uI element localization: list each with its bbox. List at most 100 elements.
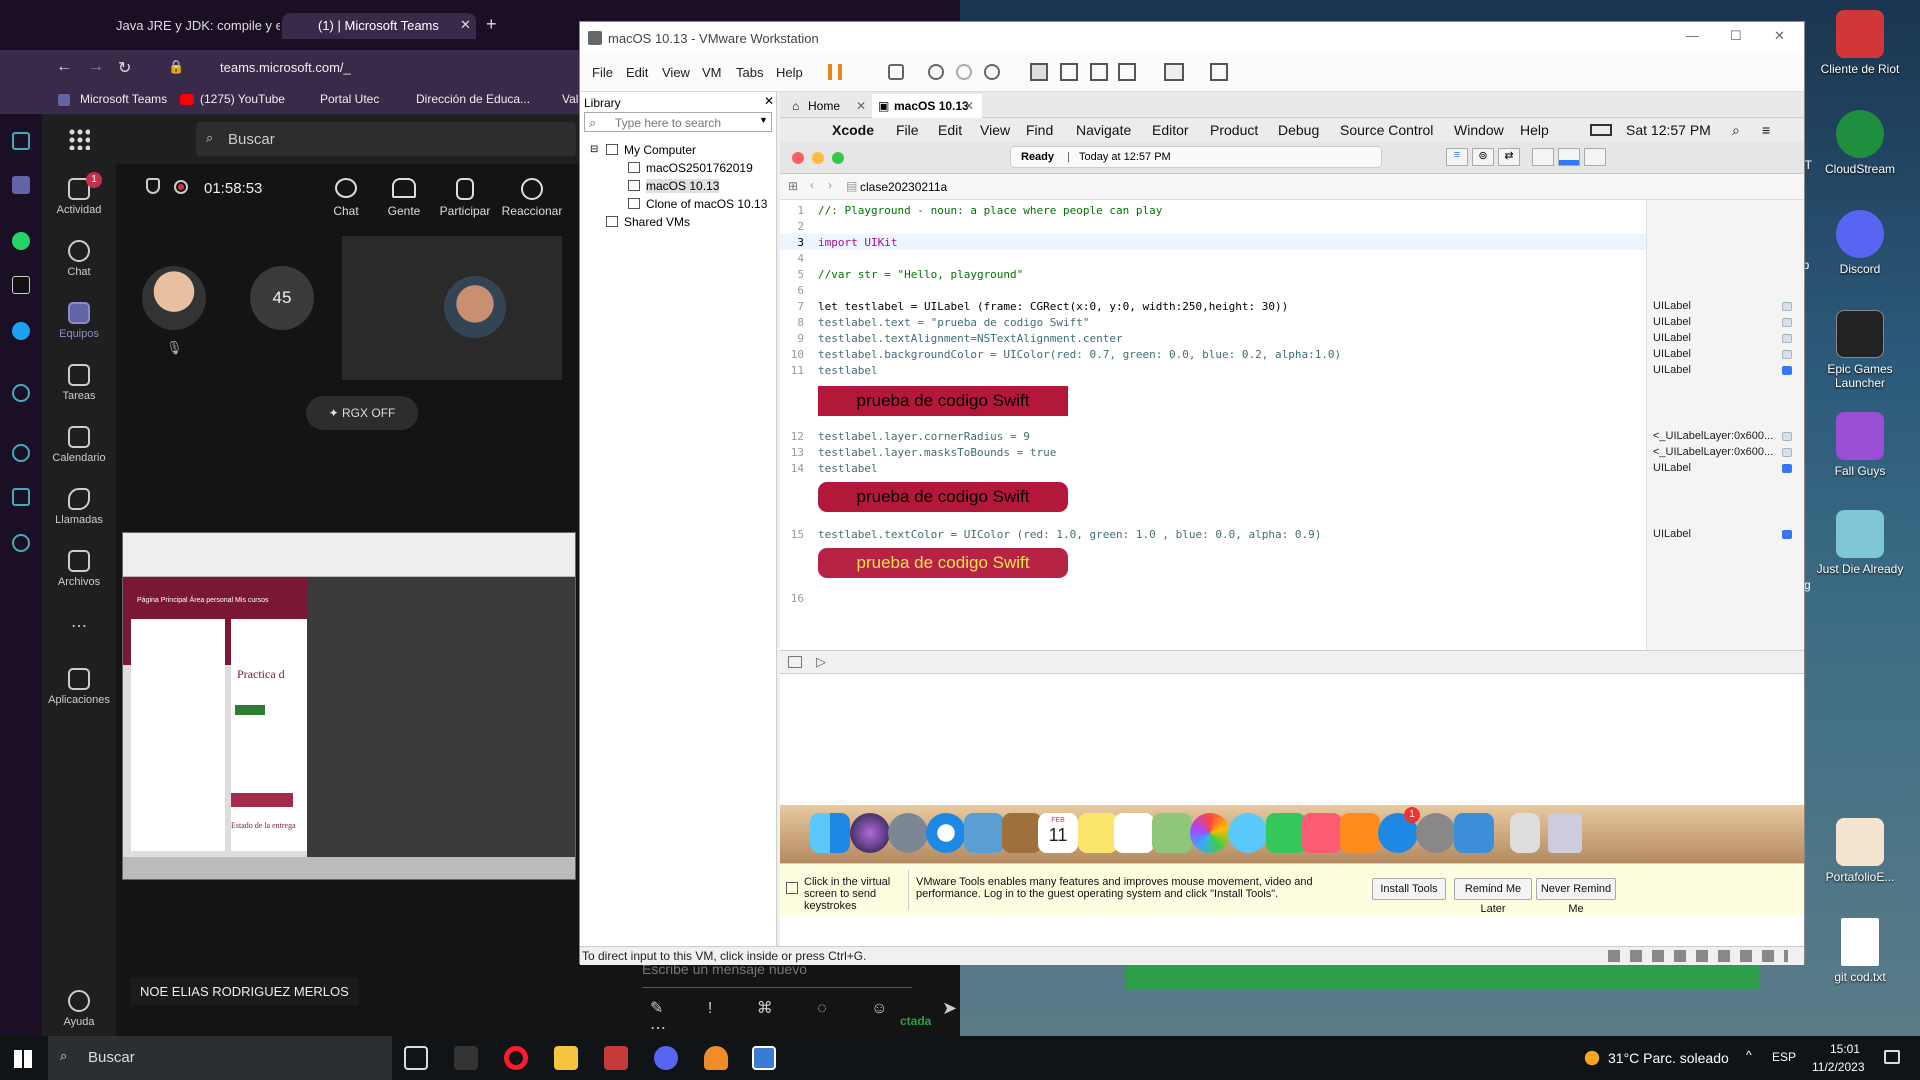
- standard-editor-icon[interactable]: ≡: [1446, 148, 1468, 166]
- menu-view[interactable]: View: [662, 65, 690, 80]
- forward-icon[interactable]: →: [88, 58, 104, 76]
- rgx-button[interactable]: ✦ RGX OFF: [306, 396, 418, 430]
- snapshot-icon[interactable]: [928, 64, 944, 80]
- reminders-icon[interactable]: [1114, 813, 1154, 853]
- mac-menu-source-control[interactable]: Source Control: [1340, 122, 1433, 138]
- close-tab-icon[interactable]: ✕: [964, 94, 974, 118]
- bookmark-educacion[interactable]: Dirección de Educa...: [416, 92, 530, 106]
- code-editor[interactable]: 1 2 3 4 5 6 7 8 9 10 11 12 13 14 15 16 /…: [780, 200, 1804, 650]
- menu-edit[interactable]: Edit: [626, 65, 648, 80]
- fullscreen-icon[interactable]: [1090, 63, 1108, 81]
- minimize-window-icon[interactable]: [812, 152, 824, 164]
- tab-macos[interactable]: ▣ macOS 10.13 ✕: [872, 94, 982, 118]
- airplay-icon[interactable]: [1590, 124, 1612, 136]
- ibooks-icon[interactable]: [1340, 813, 1380, 853]
- show-result-icon[interactable]: [1782, 464, 1792, 473]
- install-tools-button[interactable]: Install Tools: [1372, 878, 1446, 900]
- send-ctrl-alt-del-icon[interactable]: [888, 64, 904, 80]
- new-tab-icon[interactable]: +: [486, 14, 497, 35]
- utilities-toggle-icon[interactable]: [1584, 148, 1606, 166]
- version-editor-icon[interactable]: ⇄: [1498, 148, 1520, 166]
- facetime-icon[interactable]: [1266, 813, 1306, 853]
- microphone-app-icon[interactable]: [704, 1046, 728, 1070]
- app-store-icon[interactable]: 1: [1378, 807, 1420, 853]
- siri-icon[interactable]: [850, 813, 890, 853]
- library-search[interactable]: ⌕ Type here to search ▼: [584, 112, 772, 132]
- desktop-icon-portafolio[interactable]: PortafolioE...: [1810, 818, 1910, 884]
- taskbar-date[interactable]: 11/2/2023: [1812, 1060, 1865, 1074]
- desktop-icon-gitcod[interactable]: git cod.txt: [1810, 918, 1910, 984]
- quicklook-icon[interactable]: [1782, 350, 1792, 359]
- quicklook-icon[interactable]: [1782, 318, 1792, 327]
- search-box[interactable]: ⌕ Buscar: [196, 122, 576, 156]
- snapshot-manager-icon[interactable]: [984, 64, 1000, 80]
- notification-center-icon[interactable]: ≡: [1762, 122, 1770, 138]
- participant-avatar[interactable]: [142, 266, 206, 330]
- show-result-icon[interactable]: [1782, 366, 1792, 375]
- opera-icon[interactable]: [504, 1046, 528, 1070]
- spotlight-icon[interactable]: ⌕: [1732, 122, 1740, 139]
- launchpad-icon[interactable]: [888, 813, 928, 853]
- twitter-icon[interactable]: [12, 322, 30, 340]
- people-button[interactable]: Gente: [378, 178, 430, 218]
- library-my-computer[interactable]: My Computer: [624, 143, 696, 157]
- quicklook-icon[interactable]: [1782, 302, 1792, 311]
- quicklook-icon[interactable]: [1782, 448, 1792, 457]
- finder-icon[interactable]: [810, 813, 850, 853]
- settings-gear-icon[interactable]: [12, 534, 30, 552]
- desktop-icon-justdie[interactable]: Just Die Already: [1810, 510, 1910, 576]
- close-tab-icon[interactable]: ✕: [856, 94, 866, 118]
- dropdown-icon[interactable]: ▼: [759, 115, 768, 125]
- desktop-icon-riot[interactable]: Cliente de Riot: [1810, 10, 1910, 76]
- never-remind-button[interactable]: Never Remind Me: [1536, 878, 1616, 915]
- collapse-icon[interactable]: ⊟: [590, 144, 598, 155]
- participants-count[interactable]: 45: [250, 266, 314, 330]
- taskbar-time[interactable]: 15:01: [1830, 1042, 1860, 1056]
- menu-help[interactable]: Help: [776, 65, 803, 80]
- participant-avatar[interactable]: [444, 276, 506, 338]
- desktop-icon-epic[interactable]: Epic Games Launcher: [1810, 310, 1910, 390]
- refresh-icon[interactable]: ↻: [118, 58, 131, 78]
- maps-icon[interactable]: [1152, 813, 1192, 853]
- console-view-icon[interactable]: [1164, 63, 1184, 81]
- maximize-icon[interactable]: ☐: [1730, 28, 1742, 44]
- mac-clock[interactable]: Sat 12:57 PM: [1626, 122, 1711, 138]
- back-icon[interactable]: ‹: [810, 178, 814, 192]
- close-window-icon[interactable]: [792, 152, 804, 164]
- notifications-icon[interactable]: [1884, 1050, 1900, 1064]
- app-launcher-icon[interactable]: [68, 128, 90, 150]
- bookmark-val[interactable]: Val: [562, 92, 578, 106]
- rail-aplicaciones[interactable]: Aplicaciones: [42, 668, 116, 706]
- cube-icon[interactable]: [12, 488, 30, 506]
- label-preview-yellow[interactable]: prueba de codigo Swift: [818, 548, 1068, 578]
- desktop-icon-cloudstream[interactable]: CloudStream: [1810, 110, 1910, 176]
- mac-menu-xcode[interactable]: Xcode: [832, 122, 874, 138]
- rail-tareas[interactable]: Tareas: [42, 364, 116, 402]
- contacts-icon[interactable]: [1002, 813, 1042, 853]
- rail-archivos[interactable]: Archivos: [42, 550, 116, 588]
- weather-text[interactable]: 31°C Parc. soleado: [1608, 1050, 1729, 1066]
- vmware-taskbar-icon[interactable]: [752, 1046, 776, 1070]
- compose-tools[interactable]: ✎ ! ⌘ ◌ ☺ ⋯: [650, 998, 910, 1037]
- related-items-icon[interactable]: ⊞: [788, 179, 798, 193]
- show-result-icon[interactable]: [1782, 530, 1792, 539]
- whatsapp-icon[interactable]: [12, 232, 30, 250]
- video-icon[interactable]: [12, 384, 30, 402]
- trash-icon[interactable]: [1548, 813, 1582, 853]
- unity-icon[interactable]: [1118, 63, 1136, 81]
- menu-vm[interactable]: VM: [702, 65, 722, 80]
- debug-area-toggle-icon[interactable]: [1558, 148, 1580, 166]
- itunes-icon[interactable]: [1302, 813, 1342, 853]
- tab-home[interactable]: ⌂ Home ✕: [786, 94, 870, 118]
- history-icon[interactable]: [12, 444, 30, 462]
- library-toggle-icon[interactable]: [1030, 63, 1048, 81]
- close-icon[interactable]: ✕: [1774, 28, 1785, 44]
- rail-chat[interactable]: Chat: [42, 240, 116, 278]
- more-apps-icon[interactable]: ⋯: [42, 616, 116, 636]
- rail-ayuda[interactable]: Ayuda: [42, 990, 116, 1028]
- discord-taskbar-icon[interactable]: [654, 1046, 678, 1070]
- send-icon[interactable]: ➤: [942, 998, 957, 1019]
- twitch-icon[interactable]: [12, 176, 30, 194]
- bookmark-utec[interactable]: Portal Utec: [320, 92, 379, 106]
- stretch-icon[interactable]: [1210, 63, 1228, 81]
